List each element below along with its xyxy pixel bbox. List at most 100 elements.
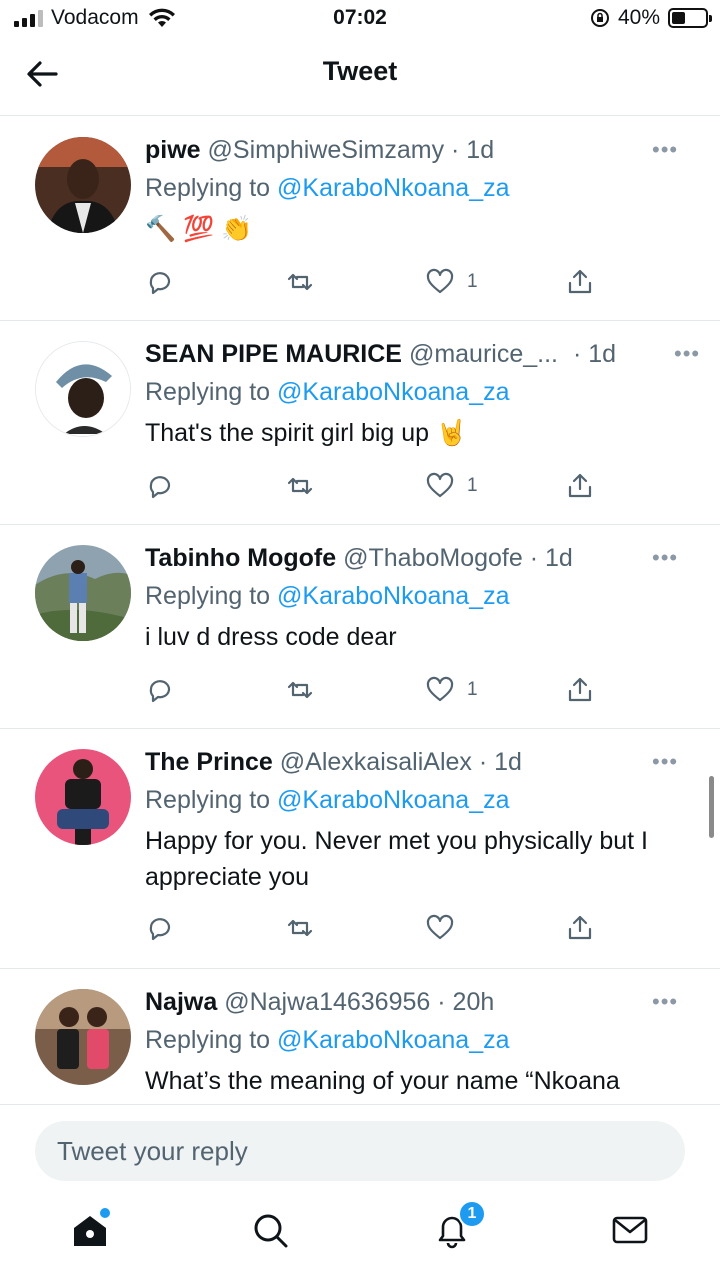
share-action[interactable] bbox=[565, 913, 595, 943]
top-header: Tweet bbox=[0, 36, 720, 116]
reply-action[interactable] bbox=[145, 471, 175, 501]
avatar[interactable] bbox=[35, 137, 131, 233]
display-name[interactable]: SEAN PIPE MAURICE bbox=[145, 340, 402, 368]
display-name[interactable]: Tabinho Mogofe bbox=[145, 544, 336, 572]
avatar[interactable] bbox=[35, 341, 131, 437]
share-action[interactable] bbox=[565, 267, 595, 297]
retweet-action[interactable] bbox=[285, 267, 315, 297]
share-icon bbox=[568, 915, 592, 940]
replying-label: Replying to bbox=[145, 786, 271, 814]
retweet-icon bbox=[287, 273, 313, 291]
reply-action[interactable] bbox=[145, 675, 175, 705]
tweet-actions bbox=[145, 913, 605, 945]
more-options-icon[interactable]: ••• bbox=[652, 541, 682, 575]
retweet-action[interactable] bbox=[285, 675, 315, 705]
like-action[interactable]: 1 bbox=[425, 675, 478, 705]
tweet-reply[interactable]: Najwa @Najwa14636956 · 20h ••• Replying … bbox=[0, 969, 720, 1104]
like-count: 1 bbox=[467, 679, 478, 700]
battery-percent: 40% bbox=[617, 6, 660, 29]
avatar[interactable] bbox=[35, 545, 131, 641]
mention-link[interactable]: @KaraboNkoana_za bbox=[277, 1026, 509, 1054]
tweet-text: 🔨 💯 👏 bbox=[145, 215, 253, 243]
heart-icon bbox=[426, 268, 454, 294]
like-count: 1 bbox=[467, 271, 478, 292]
display-name[interactable]: Najwa bbox=[145, 988, 217, 1016]
display-name[interactable]: The Prince bbox=[145, 748, 273, 776]
retweet-icon bbox=[287, 477, 313, 495]
replying-label: Replying to bbox=[145, 1026, 271, 1054]
tweet-header: piwe @SimphiweSimzamy · 1d ••• bbox=[145, 133, 700, 167]
mention-link[interactable]: @KaraboNkoana_za bbox=[277, 378, 509, 406]
share-icon bbox=[568, 677, 592, 702]
tweet-reply-input[interactable] bbox=[35, 1121, 685, 1181]
heart-icon bbox=[426, 676, 454, 702]
tweet-header: SEAN PIPE MAURICE @maurice_... · 1d ••• bbox=[145, 337, 700, 371]
reply-action[interactable] bbox=[145, 913, 175, 943]
tweet-time: · 1d bbox=[451, 136, 495, 164]
tweet-actions: 1 bbox=[145, 675, 605, 707]
tab-search[interactable] bbox=[250, 1210, 294, 1254]
tweet-reply[interactable]: The Prince @AlexkaisaliAlex · 1d ••• Rep… bbox=[0, 729, 720, 969]
more-options-icon[interactable]: ••• bbox=[652, 133, 682, 167]
like-action[interactable]: 1 bbox=[425, 471, 478, 501]
mention-link[interactable]: @KaraboNkoana_za bbox=[277, 786, 509, 814]
heart-icon bbox=[426, 472, 454, 498]
rotation-lock-icon bbox=[590, 9, 609, 27]
retweet-action[interactable] bbox=[285, 471, 315, 501]
user-handle[interactable]: @AlexkaisaliAlex bbox=[280, 748, 472, 776]
tweet-time: · 1d bbox=[572, 340, 617, 368]
reply-list[interactable]: piwe @SimphiweSimzamy · 1d ••• Replying … bbox=[0, 117, 720, 1104]
tab-home[interactable] bbox=[70, 1208, 114, 1254]
user-handle[interactable]: @maurice_... bbox=[409, 340, 558, 368]
tweet-reply[interactable]: Tabinho Mogofe @ThaboMogofe · 1d ••• Rep… bbox=[0, 525, 720, 729]
mention-link[interactable]: @KaraboNkoana_za bbox=[277, 582, 509, 610]
more-options-icon[interactable]: ••• bbox=[652, 745, 682, 779]
replying-label: Replying to bbox=[145, 378, 271, 406]
display-name[interactable]: piwe bbox=[145, 136, 201, 164]
replying-to: Replying to @KaraboNkoana_za bbox=[145, 171, 700, 205]
tweet-reply[interactable]: SEAN PIPE MAURICE @maurice_... · 1d ••• … bbox=[0, 321, 720, 525]
scrollbar[interactable] bbox=[709, 776, 714, 838]
tweet-text: What’s the meaning of your name “Nkoana bbox=[145, 1067, 620, 1095]
like-count: 1 bbox=[467, 475, 478, 496]
tweet-header: Tabinho Mogofe @ThaboMogofe · 1d ••• bbox=[145, 541, 700, 575]
avatar[interactable] bbox=[35, 989, 131, 1085]
avatar[interactable] bbox=[35, 749, 131, 845]
more-options-icon[interactable]: ••• bbox=[652, 985, 682, 1019]
replying-label: Replying to bbox=[145, 174, 271, 202]
tweet-reply[interactable]: piwe @SimphiweSimzamy · 1d ••• Replying … bbox=[0, 117, 720, 321]
battery-icon bbox=[668, 8, 712, 28]
search-icon bbox=[254, 1214, 288, 1248]
replying-to: Replying to @KaraboNkoana_za bbox=[145, 579, 700, 613]
tweet-header: Najwa @Najwa14636956 · 20h ••• bbox=[145, 985, 700, 1019]
user-handle[interactable]: @SimphiweSimzamy bbox=[208, 136, 445, 164]
more-options-icon[interactable]: ••• bbox=[674, 337, 704, 371]
user-handle[interactable]: @Najwa14636956 bbox=[224, 988, 430, 1016]
share-action[interactable] bbox=[565, 471, 595, 501]
replying-label: Replying to bbox=[145, 582, 271, 610]
reply-icon bbox=[149, 680, 171, 703]
tweet-time: · 20h bbox=[437, 988, 495, 1016]
tweet-text: Happy for you. Never met you physically … bbox=[145, 827, 649, 891]
user-handle[interactable]: @ThaboMogofe bbox=[343, 544, 523, 572]
tweet-time: · 1d bbox=[529, 544, 573, 572]
reply-action[interactable] bbox=[145, 267, 175, 297]
envelope-icon bbox=[612, 1216, 648, 1244]
status-right: 40% bbox=[590, 6, 712, 30]
reply-icon bbox=[149, 272, 171, 295]
tweet-text: That's the spirit girl big up 🤘 bbox=[145, 419, 468, 447]
tab-notifications[interactable]: 1 bbox=[432, 1200, 486, 1254]
replying-to: Replying to @KaraboNkoana_za bbox=[145, 375, 700, 409]
notification-badge: 1 bbox=[458, 1200, 486, 1228]
tweet-header: The Prince @AlexkaisaliAlex · 1d ••• bbox=[145, 745, 700, 779]
retweet-icon bbox=[287, 919, 313, 937]
share-icon bbox=[568, 473, 592, 498]
page-title: Tweet bbox=[322, 56, 398, 86]
like-action[interactable] bbox=[425, 913, 467, 943]
like-action[interactable]: 1 bbox=[425, 267, 478, 297]
share-action[interactable] bbox=[565, 675, 595, 705]
retweet-action[interactable] bbox=[285, 913, 315, 943]
tab-messages[interactable] bbox=[610, 1210, 654, 1254]
mention-link[interactable]: @KaraboNkoana_za bbox=[277, 174, 509, 202]
replying-to: Replying to @KaraboNkoana_za bbox=[145, 1023, 700, 1057]
